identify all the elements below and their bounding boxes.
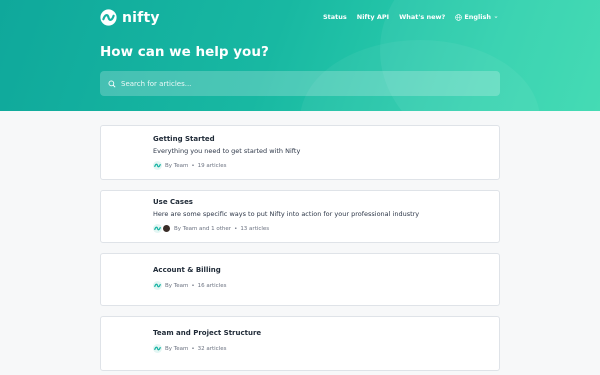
collections-list: Getting Started Everything you need to g… — [100, 125, 500, 375]
collection-article-count: 32 articles — [197, 345, 227, 352]
team-avatar-icon — [153, 224, 162, 233]
hero-banner: nifty Status Nifty API What's new? Engli… — [0, 0, 600, 111]
collection-card[interactable]: Getting Started Everything you need to g… — [100, 125, 500, 180]
collection-article-count: 13 articles — [240, 225, 270, 232]
collection-card[interactable]: Use Cases Here are some specific ways to… — [100, 190, 500, 243]
search-bar[interactable] — [100, 71, 500, 96]
chevron-down-icon — [494, 16, 498, 19]
collection-author: By Team — [165, 345, 189, 352]
nav-whats-new-link[interactable]: What's new? — [399, 13, 445, 21]
collection-card[interactable]: Account & Billing By Team • 16 articles — [100, 253, 500, 306]
collection-meta: By Team and 1 other • 13 articles — [153, 224, 269, 233]
meta-separator: • — [191, 162, 195, 169]
search-input[interactable] — [121, 79, 481, 88]
collection-author: By Team — [165, 282, 189, 289]
collection-author: By Team — [165, 162, 189, 169]
collection-article-count: 19 articles — [197, 162, 227, 169]
nav-status-link[interactable]: Status — [323, 13, 347, 21]
meta-separator: • — [191, 345, 195, 352]
collection-meta: By Team • 32 articles — [153, 344, 226, 353]
team-avatar-icon — [153, 344, 162, 353]
team-avatar-icon — [153, 281, 162, 290]
collection-title: Use Cases — [153, 198, 193, 206]
collection-card[interactable]: Team and Project Structure By Team • 32 … — [100, 316, 500, 371]
search-icon — [108, 80, 116, 88]
nav-api-link[interactable]: Nifty API — [357, 13, 389, 21]
language-label: English — [464, 13, 491, 21]
collection-author: By Team and 1 other — [174, 225, 232, 232]
collection-title: Getting Started — [153, 135, 215, 143]
author-avatar — [162, 224, 171, 233]
collection-title: Team and Project Structure — [153, 329, 262, 337]
collection-description: Here are some specific ways to put Nifty… — [153, 210, 420, 218]
globe-icon — [455, 13, 463, 21]
collection-meta: By Team • 16 articles — [153, 281, 226, 290]
meta-separator: • — [234, 225, 238, 232]
meta-separator: • — [191, 282, 195, 289]
page-title: How can we help you? — [100, 44, 269, 60]
team-avatar-icon — [153, 161, 162, 170]
nifty-logo-icon — [100, 9, 117, 26]
language-selector[interactable]: English — [455, 13, 499, 21]
collection-title: Account & Billing — [153, 266, 221, 274]
nifty-logo[interactable]: nifty — [100, 9, 160, 26]
top-nav: Status Nifty API What's new? English — [323, 13, 499, 21]
collection-meta: By Team • 19 articles — [153, 161, 226, 170]
brand-name: nifty — [122, 9, 160, 26]
collection-article-count: 16 articles — [197, 282, 227, 289]
collection-description: Everything you need to get started with … — [153, 147, 301, 155]
